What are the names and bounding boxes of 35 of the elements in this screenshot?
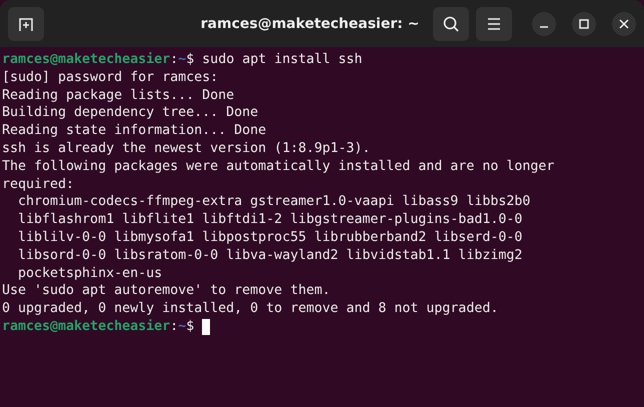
output-line: pocketsphinx-en-us — [17, 264, 162, 282]
prompt-path: ~ — [178, 318, 186, 336]
maximize-button[interactable] — [572, 12, 596, 36]
output-line: The following packages were automatically installed and are no longer — [2, 158, 554, 176]
minimize-icon — [540, 26, 548, 28]
output-line: Reading state information... Done — [2, 122, 266, 140]
prompt-separator: : — [170, 51, 178, 69]
output-line: ssh is already the newest version (1:8.9p1-3). — [2, 140, 370, 158]
output-line: libflashrom1 libflite1 libftdi1-2 libgstreamer-plugins-bad1.0-0 — [17, 211, 522, 229]
output-line: liblilv-0-0 libmysofa1 libpostproc55 librubberband2 libserd-0-0 — [17, 228, 522, 247]
maximize-icon — [579, 18, 589, 28]
prompt-user: ramces@maketecheasier — [2, 318, 170, 336]
output-line: chromium-codecs-ffmpeg-extra gstreamer1.0-vaapi libass9 libbs2b0 — [17, 193, 530, 212]
prompt-path: ~ — [178, 51, 186, 69]
output-line: Use 'sudo apt autoremove' to remove them. — [2, 282, 330, 300]
prompt-symbol: $ — [186, 318, 194, 336]
prompt-separator: : — [170, 318, 178, 336]
menu-button[interactable] — [476, 6, 512, 40]
output-line: Reading package lists... Done — [2, 86, 234, 104]
output-line: [sudo] password for ramces: — [2, 68, 218, 87]
command-text: sudo apt install ssh — [201, 51, 362, 69]
close-button[interactable] — [612, 12, 636, 36]
prompt-symbol: $ — [186, 51, 194, 69]
search-icon — [442, 14, 460, 32]
output-line: required: — [2, 176, 74, 194]
prompt-user: ramces@maketecheasier — [2, 51, 170, 69]
new-tab-button[interactable] — [8, 6, 44, 40]
output-line: libsord-0-0 libsratom-0-0 libva-wayland2 libvidstab1.1 libzimg2 — [17, 246, 522, 265]
output-line: Building dependency tree... Done — [2, 104, 258, 122]
menu-icon — [486, 16, 502, 30]
minimize-button[interactable] — [532, 12, 556, 36]
window-title: ramces@maketecheasier: ~ — [200, 16, 420, 32]
search-button[interactable] — [433, 6, 469, 40]
output-line: 0 upgraded, 0 newly installed, 0 to remove and 8 not upgraded. — [2, 300, 498, 318]
close-icon — [619, 18, 629, 28]
